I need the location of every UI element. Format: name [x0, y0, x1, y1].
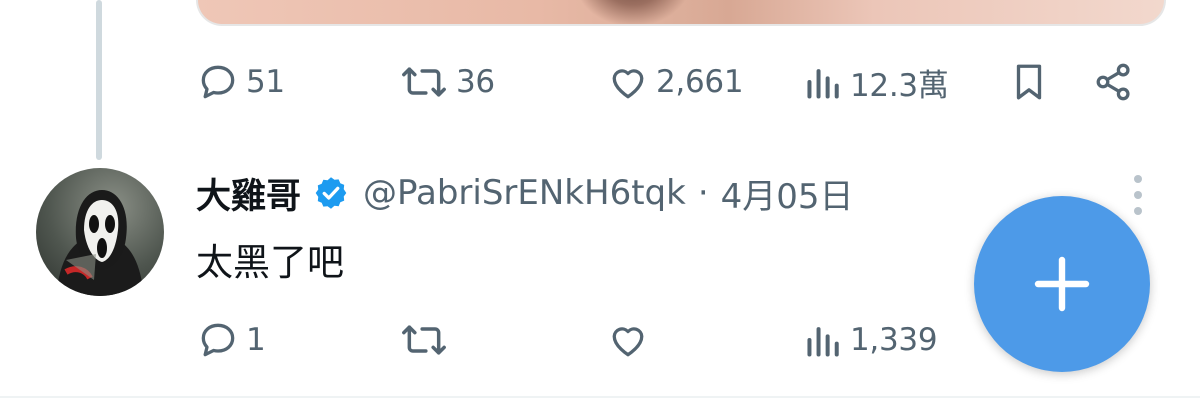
retweet-button[interactable] — [398, 310, 456, 370]
view-count: 1,339 — [850, 322, 938, 358]
like-button[interactable]: 2,661 — [606, 52, 744, 112]
compose-plus-icon — [1034, 256, 1090, 312]
retweet-icon — [402, 67, 446, 97]
bookmark-button[interactable] — [1008, 52, 1050, 112]
share-button[interactable] — [1092, 52, 1136, 112]
reply-count: 51 — [246, 64, 285, 100]
previous-post-action-bar: 51 36 2,661 12.3萬 — [0, 52, 1200, 112]
more-options-button[interactable] — [1128, 173, 1148, 217]
ghostface-avatar-image — [56, 190, 144, 296]
views-icon — [807, 327, 839, 357]
display-name[interactable]: 大雞哥 — [196, 168, 301, 219]
avatar[interactable] — [36, 168, 164, 296]
like-icon — [612, 327, 644, 357]
reply-icon — [201, 323, 235, 357]
retweet-button[interactable]: 36 — [398, 52, 495, 112]
like-count: 2,661 — [656, 64, 744, 100]
view-count: 12.3萬 — [850, 67, 949, 104]
bookmark-icon — [1016, 64, 1042, 100]
share-icon — [1096, 63, 1130, 101]
verified-badge-icon — [315, 177, 347, 209]
compose-button[interactable] — [974, 196, 1150, 372]
previous-post-media[interactable] — [196, 0, 1166, 26]
divider — [0, 396, 1200, 398]
reply-header: 大雞哥 @PabriSrENkH6tqk · 4月05日 — [196, 168, 854, 218]
retweet-count: 36 — [456, 64, 495, 100]
separator-dot: · — [697, 173, 709, 213]
like-icon — [612, 69, 644, 99]
like-button[interactable] — [606, 310, 656, 370]
retweet-icon — [402, 325, 446, 355]
reply-button[interactable]: 51 — [196, 52, 285, 112]
views-button[interactable]: 1,339 — [804, 310, 938, 370]
post-date[interactable]: 4月05日 — [721, 169, 854, 218]
views-button[interactable]: 12.3萬 — [804, 52, 949, 112]
reply-icon — [201, 65, 235, 99]
views-icon — [807, 69, 839, 99]
user-handle[interactable]: @PabriSrENkH6tqk — [363, 173, 686, 213]
reply-text: 太黑了吧 — [196, 241, 344, 284]
reply-button[interactable]: 1 — [196, 310, 266, 370]
reply-count: 1 — [246, 322, 266, 358]
more-icon — [1134, 175, 1142, 183]
